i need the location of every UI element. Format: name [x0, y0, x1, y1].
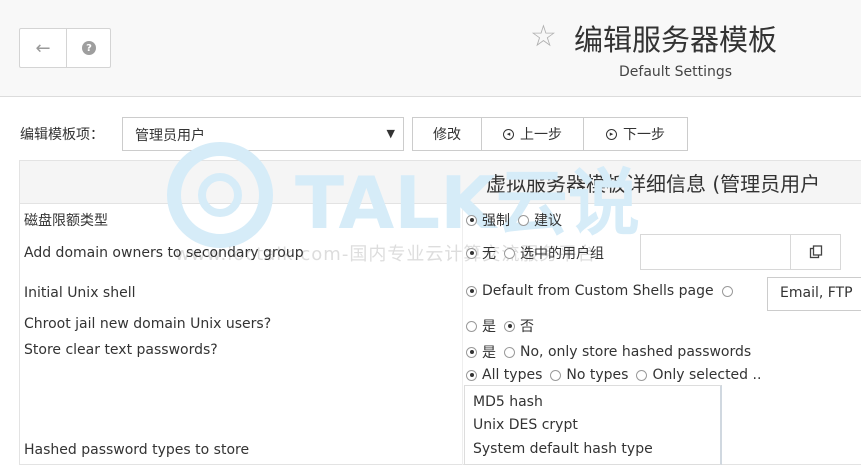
- unix-shell-options: Default from Custom Shells page: [466, 283, 738, 299]
- secondary-group-label: Add domain owners to secondary group: [24, 245, 304, 261]
- clear-passwords-options: 是 No, only store hashed passwords: [466, 342, 751, 362]
- clear-passwords-label: Store clear text passwords?: [24, 342, 218, 358]
- star-icon[interactable]: ☆: [530, 22, 557, 52]
- group-chooser-button[interactable]: [790, 234, 841, 270]
- unix-shell-label: Initial Unix shell: [24, 285, 136, 301]
- template-details-panel: [19, 160, 861, 465]
- quota-type-label: 磁盘限额类型: [24, 213, 108, 229]
- hash-selected-radio[interactable]: [636, 369, 648, 381]
- arrow-left-icon: ←: [35, 37, 51, 59]
- group-input[interactable]: [640, 234, 790, 270]
- list-item[interactable]: Unix DES crypt: [473, 417, 578, 433]
- hash-types-listbox[interactable]: MD5 hash Unix DES crypt System default h…: [464, 385, 722, 465]
- copy-icon: [809, 245, 822, 259]
- page-subtitle: Default Settings: [619, 64, 733, 80]
- template-item-label: 编辑模板项：: [20, 127, 104, 143]
- chroot-yes-radio[interactable]: [466, 320, 477, 332]
- circle-right-icon: ▸: [606, 128, 617, 140]
- back-button[interactable]: ←: [20, 29, 67, 67]
- secondary-group-options: 无 选中的用户组: [466, 243, 604, 263]
- quota-type-options: 强制 建议: [466, 210, 562, 230]
- hash-types-options: All types No types Only selected ..: [466, 367, 761, 383]
- panel-title: 虚拟服务器模板详细信息 (管理员用户: [486, 172, 821, 196]
- list-item[interactable]: MD5 hash: [473, 394, 543, 410]
- chroot-options: 是 否: [466, 316, 534, 336]
- shell-custom-radio[interactable]: [721, 285, 733, 297]
- edit-button[interactable]: 修改: [412, 117, 482, 151]
- hash-types-label: Hashed password types to store: [24, 442, 250, 458]
- caret-down-icon: ▼: [386, 127, 395, 140]
- next-step-button[interactable]: ▸ 下一步: [584, 117, 688, 151]
- nav-button-group: ← ?: [19, 28, 111, 68]
- prev-step-button[interactable]: ◂ 上一步: [482, 117, 584, 151]
- question-icon: ?: [82, 41, 96, 55]
- page-title: 编辑服务器模板: [574, 23, 778, 57]
- list-item[interactable]: System default hash type: [473, 441, 653, 457]
- help-button[interactable]: ?: [66, 29, 112, 67]
- secondary-selected-radio[interactable]: [504, 247, 515, 259]
- chroot-label: Chroot jail new domain Unix users?: [24, 316, 272, 332]
- quota-soft-radio[interactable]: [518, 214, 529, 226]
- hash-all-radio[interactable]: [466, 369, 477, 381]
- template-item-select[interactable]: 管理员用户 ▼: [122, 117, 404, 151]
- circle-left-icon: ◂: [503, 128, 514, 140]
- clear-yes-radio[interactable]: [466, 346, 477, 358]
- hash-none-radio[interactable]: [550, 369, 562, 381]
- shell-select[interactable]: Email, FTP: [767, 277, 861, 311]
- quota-hard-radio[interactable]: [466, 214, 477, 226]
- clear-no-radio[interactable]: [504, 346, 515, 358]
- secondary-none-radio[interactable]: [466, 247, 477, 259]
- chroot-no-radio[interactable]: [504, 320, 515, 332]
- shell-default-radio[interactable]: [466, 285, 477, 297]
